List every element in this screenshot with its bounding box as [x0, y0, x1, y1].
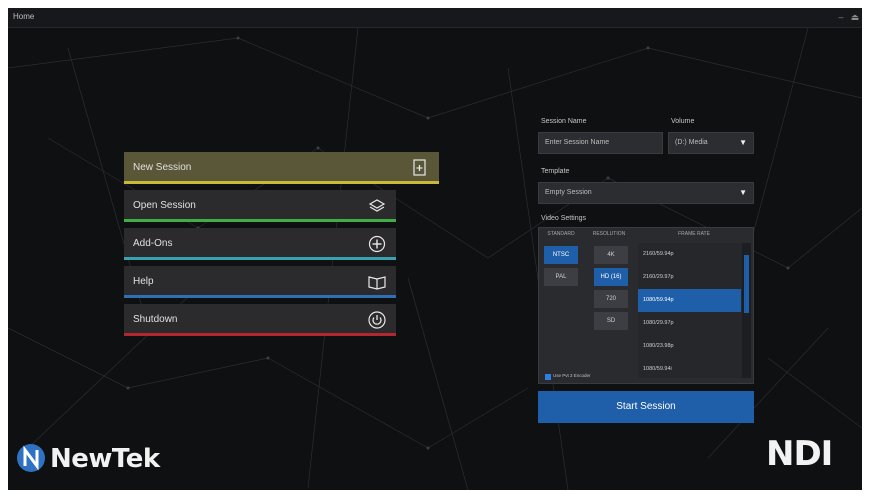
- template-label: Template: [541, 168, 570, 175]
- ndi-logo: NDI: [766, 434, 833, 474]
- start-session-button[interactable]: Start Session: [538, 391, 754, 423]
- list-item[interactable]: 1080/23.98p: [638, 335, 741, 358]
- chevron-down-icon: ▼: [739, 138, 747, 147]
- standard-column-header: STANDARD: [547, 231, 575, 237]
- plus-circle-icon: [368, 235, 386, 253]
- session-name-placeholder: Enter Session Name: [545, 139, 610, 146]
- encoder-checkbox-label: Use Pvt 3 Encoder: [553, 373, 591, 378]
- open-session-accent: [124, 219, 396, 222]
- title-bar: Home – ⏏: [8, 8, 862, 28]
- minimize-icon[interactable]: –: [836, 11, 846, 23]
- list-item[interactable]: 2160/59.94p: [638, 243, 741, 266]
- help-button[interactable]: Help: [124, 266, 396, 298]
- list-item[interactable]: 1080/59.94i: [638, 358, 741, 378]
- chevron-down-icon: ▼: [739, 188, 747, 197]
- template-select[interactable]: Empty Session ▼: [538, 182, 754, 204]
- shutdown-label: Shutdown: [133, 314, 178, 325]
- scrollbar-thumb[interactable]: [744, 255, 749, 313]
- frame-rate-list[interactable]: 2160/59.94p 2160/29.97p 1080/59.94p 1080…: [638, 243, 751, 378]
- frame-rate-scrollbar[interactable]: [742, 243, 751, 378]
- stack-icon: [368, 199, 386, 212]
- new-session-button[interactable]: New Session: [124, 152, 439, 184]
- frame-rate-column-header: FRAME RATE: [678, 231, 710, 237]
- shutdown-accent: [124, 333, 396, 336]
- list-item[interactable]: 1080/59.94p: [638, 289, 741, 312]
- resolution-hd[interactable]: HD (16): [594, 268, 628, 286]
- new-session-accent: [124, 181, 439, 184]
- standard-ntsc[interactable]: NTSC: [544, 246, 578, 264]
- standard-pal[interactable]: PAL: [544, 268, 578, 286]
- video-settings-label: Video Settings: [541, 215, 587, 222]
- window-title: Home: [13, 12, 35, 21]
- newtek-mark-icon: [17, 444, 45, 472]
- new-session-label: New Session: [133, 162, 192, 173]
- help-label: Help: [133, 276, 154, 287]
- book-icon: [368, 276, 386, 290]
- volume-label: Volume: [671, 118, 695, 125]
- encoder-checkbox[interactable]: [545, 374, 551, 380]
- resolution-720[interactable]: 720: [594, 290, 628, 308]
- template-value: Empty Session: [545, 189, 592, 196]
- resolution-sd[interactable]: SD: [594, 312, 628, 330]
- list-item[interactable]: 1080/29.97p: [638, 312, 741, 335]
- list-item[interactable]: 2160/29.97p: [638, 266, 741, 289]
- newtek-wordmark: NewTek: [50, 444, 160, 474]
- volume-select[interactable]: (D:) Media ▼: [668, 132, 754, 154]
- help-accent: [124, 295, 396, 298]
- shutdown-button[interactable]: Shutdown: [124, 304, 396, 336]
- session-name-label: Session Name: [541, 118, 587, 125]
- add-ons-button[interactable]: Add-Ons: [124, 228, 396, 260]
- eject-icon[interactable]: ⏏: [850, 11, 860, 23]
- newtek-logo: NewTek: [16, 438, 186, 478]
- resolution-column-header: RESOLUTION: [592, 231, 626, 237]
- video-settings-panel: STANDARD RESOLUTION FRAME RATE NTSC PAL …: [538, 227, 754, 384]
- add-ons-label: Add-Ons: [133, 238, 173, 249]
- new-session-icon: [413, 159, 426, 176]
- session-name-input[interactable]: Enter Session Name: [538, 132, 663, 154]
- app-window: Home – ⏏ New Session Open Session Add-On…: [8, 8, 862, 490]
- power-icon: [368, 311, 386, 329]
- open-session-button[interactable]: Open Session: [124, 190, 396, 222]
- volume-value: (D:) Media: [675, 139, 708, 146]
- add-ons-accent: [124, 257, 396, 260]
- resolution-4k[interactable]: 4K: [594, 246, 628, 264]
- open-session-label: Open Session: [133, 200, 196, 211]
